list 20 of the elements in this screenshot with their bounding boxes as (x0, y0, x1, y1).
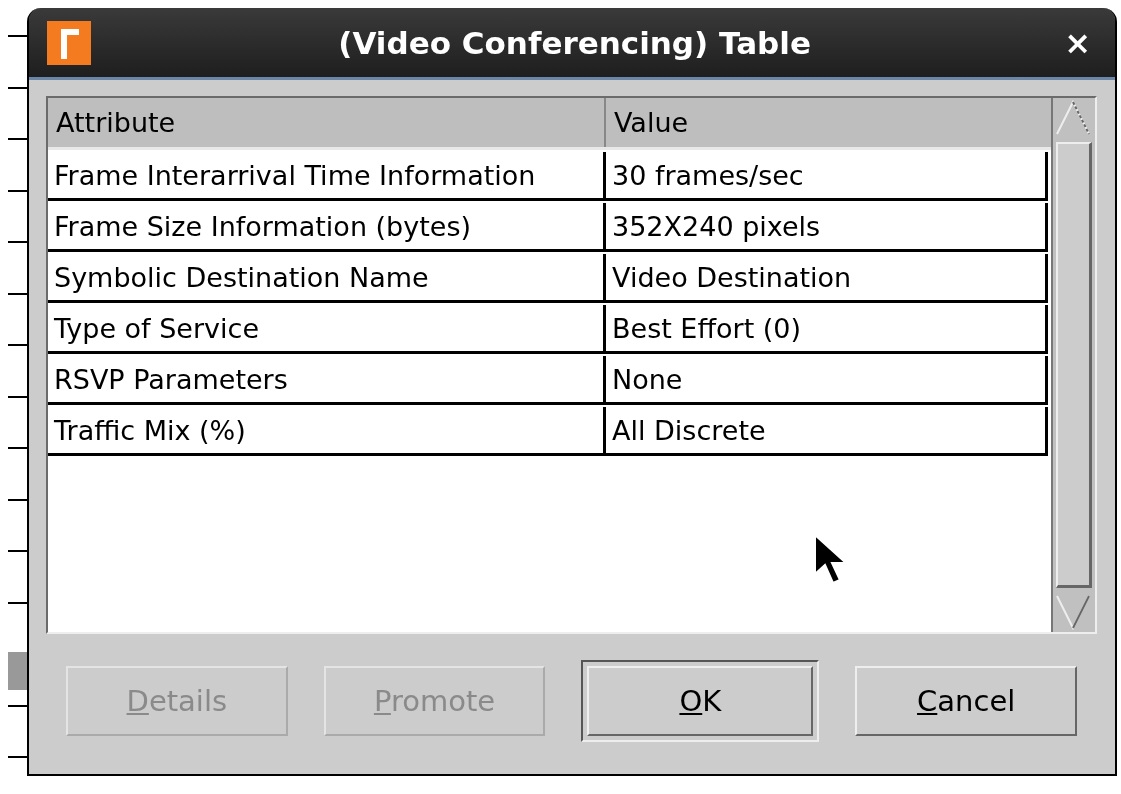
table-cell: 30 frames/sec (606, 152, 1048, 201)
table-cell: All Discrete (606, 407, 1048, 456)
table-cell: Symbolic Destination Name (48, 254, 606, 303)
table-cell: None (606, 356, 1048, 405)
window-title: (Video Conferencing) Table (337, 24, 812, 61)
dialog-button[interactable]: Cancel (855, 666, 1077, 736)
table-cell: Type of Service (48, 305, 606, 354)
table-cell: RSVP Parameters (48, 356, 606, 405)
table-cell: Video Destination (606, 254, 1048, 303)
dialog-button[interactable]: OK (587, 666, 814, 736)
table-cell: Best Effort (0) (606, 305, 1048, 354)
close-button[interactable]: × (1058, 23, 1097, 62)
scrollbar-thumb[interactable] (1056, 142, 1092, 588)
table-cell: Traffic Mix (%) (48, 407, 606, 456)
app-logo-icon (47, 20, 91, 65)
table-cell: Frame Interarrival Time Information (48, 152, 606, 201)
table-cell: Frame Size Information (bytes) (48, 203, 606, 252)
column-header[interactable]: Attribute (48, 98, 606, 147)
column-header[interactable]: Value (606, 98, 1051, 147)
table-cell: 352X240 pixels (606, 203, 1048, 252)
